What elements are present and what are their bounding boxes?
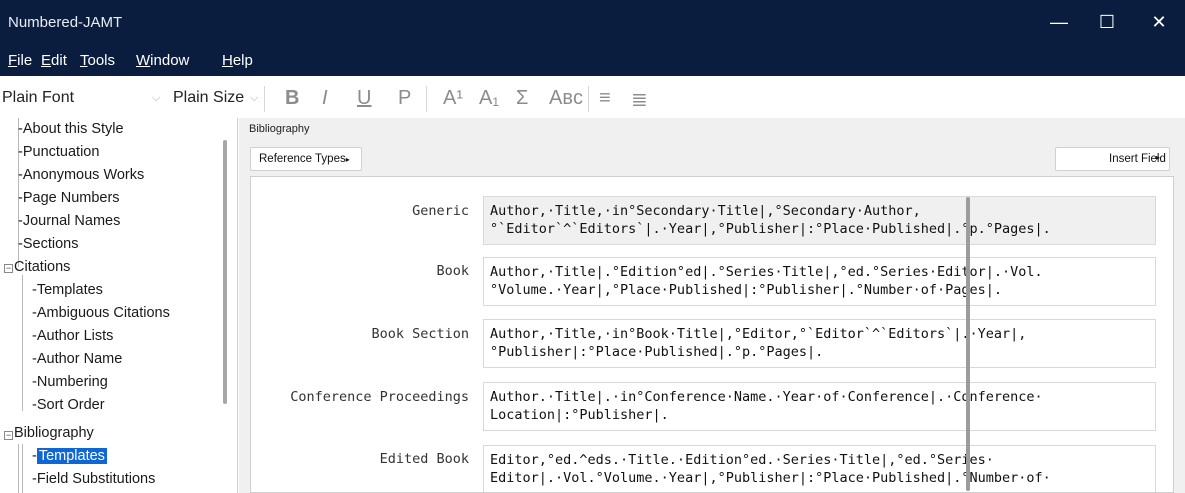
row-label-book: Book: [436, 263, 469, 279]
close-button[interactable]: ✕: [1147, 10, 1171, 34]
tree-item-citation-templates[interactable]: -Templates: [32, 282, 103, 298]
style-tree: -About this Style -Punctuation -Anonymou…: [0, 118, 238, 493]
chevron-down-icon[interactable]: ⌵: [152, 92, 160, 105]
tree-item-bibliography[interactable]: Bibliography: [14, 425, 94, 441]
tree-guide-line: [18, 444, 19, 493]
superscript-button[interactable]: A¹: [443, 87, 463, 110]
template-field-book-section[interactable]: Author,·Title,·in°Book·Title|,°Editor,°`…: [483, 319, 1156, 368]
menu-tools[interactable]: Tools: [80, 52, 115, 69]
menu-edit[interactable]: Edit: [41, 52, 67, 69]
row-label-conference-proceedings: Conference Proceedings: [290, 389, 469, 405]
template-field-conference-proceedings[interactable]: Author.·Title|.·in°Conference·Name.·Year…: [483, 382, 1156, 431]
plain-button[interactable]: P: [398, 87, 411, 110]
template-editor: Generic Author,·Title,·in°Secondary·Titl…: [250, 176, 1174, 493]
subscript-button[interactable]: A₁: [479, 87, 499, 110]
triangle-right-icon: ▸: [345, 155, 350, 164]
size-select[interactable]: Plain Size: [173, 89, 244, 107]
toolbar-divider: [426, 86, 427, 112]
tree-item-citations[interactable]: Citations: [14, 259, 70, 275]
tree-item-author-lists[interactable]: -Author Lists: [32, 328, 113, 344]
minimize-button[interactable]: —: [1047, 10, 1071, 34]
menu-window[interactable]: Window: [136, 52, 189, 69]
template-field-book[interactable]: Author,·Title|.°Edition°ed|.°Series·Titl…: [483, 257, 1156, 306]
row-label-book-section: Book Section: [371, 326, 469, 342]
row-label-generic: Generic: [412, 203, 469, 219]
align-left-button[interactable]: ≡: [599, 87, 611, 110]
italic-button[interactable]: I: [322, 87, 328, 110]
bold-button[interactable]: B: [285, 87, 299, 110]
template-field-generic[interactable]: Author,·Title,·in°Secondary·Title|,°Seco…: [483, 196, 1156, 245]
tree-item-anonymous-works[interactable]: -Anonymous Works: [18, 167, 144, 183]
menu-help[interactable]: Help: [222, 52, 253, 69]
editor-scrollbar[interactable]: [966, 197, 970, 491]
tree-item-punctuation[interactable]: -Punctuation: [18, 144, 99, 160]
reference-types-button[interactable]: Reference Types▸: [250, 147, 362, 171]
menu-file[interactable]: File: [8, 52, 32, 69]
tree-item-sections[interactable]: -Sections: [18, 236, 78, 252]
toolbar-divider: [588, 86, 589, 112]
tree-scrollbar[interactable]: [223, 140, 227, 404]
tree-item-about-this-style[interactable]: -About this Style: [18, 121, 124, 137]
tree-item-bibliography-templates[interactable]: - Templates: [32, 448, 107, 464]
row-label-edited-book: Edited Book: [379, 451, 469, 467]
menu-bar: File Edit Tools Window Help: [0, 48, 1185, 76]
chevron-down-icon[interactable]: ⌵: [250, 92, 258, 105]
tree-item-journal-names[interactable]: -Journal Names: [18, 213, 120, 229]
tree-item-field-substitutions[interactable]: -Field Substitutions: [32, 471, 155, 487]
title-bar: Numbered-JAMT — ☐ ✕: [0, 0, 1185, 48]
toolbar-divider: [264, 86, 265, 112]
tree-guide-line: [22, 444, 23, 493]
symbol-button[interactable]: Σ: [516, 87, 528, 110]
template-field-edited-book[interactable]: Editor,°ed.^eds.·Title.·Edition°ed.·Seri…: [483, 445, 1156, 492]
justify-button[interactable]: ≣: [631, 87, 648, 112]
triangle-right-icon: ▸: [1156, 153, 1161, 162]
collapse-icon[interactable]: −: [4, 264, 13, 273]
window-title: Numbered-JAMT: [8, 14, 123, 31]
maximize-button[interactable]: ☐: [1095, 10, 1119, 34]
collapse-icon[interactable]: −: [4, 431, 13, 440]
tree-item-numbering[interactable]: -Numbering: [32, 374, 108, 390]
underline-button[interactable]: U: [357, 87, 371, 110]
bibliography-panel: Bibliography Reference Types▸ Insert Fie…: [239, 118, 1185, 493]
format-toolbar: Plain Font ⌵ Plain Size ⌵ B I U P A¹ A₁ …: [0, 80, 1185, 118]
tree-item-ambiguous-citations[interactable]: -Ambiguous Citations: [32, 305, 170, 321]
tree-guide-line: [22, 275, 23, 411]
smallcaps-button[interactable]: Aʙᴄ: [549, 87, 583, 110]
panel-title: Bibliography: [249, 123, 310, 135]
insert-field-button[interactable]: Insert Field ▸: [1055, 147, 1170, 171]
tree-item-page-numbers[interactable]: -Page Numbers: [18, 190, 120, 206]
font-select[interactable]: Plain Font: [2, 89, 74, 107]
tree-item-sort-order[interactable]: -Sort Order: [32, 397, 105, 413]
tree-item-author-name[interactable]: -Author Name: [32, 351, 122, 367]
